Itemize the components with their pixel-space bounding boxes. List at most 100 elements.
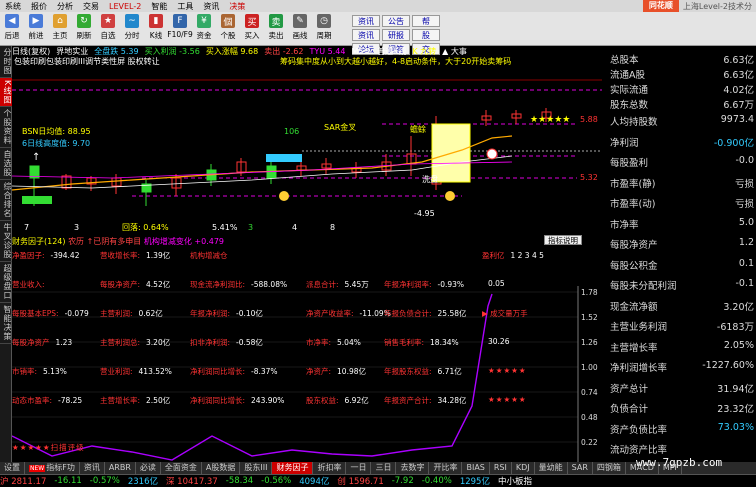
fin-value: 4.52亿 <box>146 280 171 289</box>
toolbar-button[interactable]: ¥ 资金 <box>192 12 216 44</box>
toolbar-button[interactable]: ⌂ 主页 <box>48 12 72 44</box>
fin-value: 0.05 <box>488 279 505 288</box>
indicator-tab[interactable]: 量幼能 <box>535 462 568 474</box>
fin-row: 营业收入: 每股净资产: 4.52亿 现金流净利润比: -588.08% 派息合计: 5.4… <box>12 279 578 291</box>
toolbar-button[interactable]: 卖卖出 <box>264 12 288 44</box>
vertical-tab[interactable]: 超级盘口 <box>0 262 12 304</box>
info-value: -1227.60% <box>702 360 754 371</box>
vertical-tab[interactable]: 智能决策 <box>0 303 12 345</box>
toolbar-button[interactable]: ▶ 前进 <box>24 12 48 44</box>
chart-area[interactable]: 日线(复权) 界地实业 全盘跌 5.39 买入利润 -3.56 买入涨幅 9.68 卖出 … <box>12 46 602 462</box>
menu-item[interactable]: 决策 <box>224 1 250 12</box>
fin-value: 5.13% <box>43 367 67 376</box>
vertical-tab[interactable]: 综合排名 <box>0 180 12 222</box>
tab-label: 四钢箱 <box>596 463 621 472</box>
menu-item[interactable]: 交易 <box>78 1 104 12</box>
fin-label: 动态市盈率: <box>12 396 53 405</box>
info-label: 负债合计 <box>610 404 649 415</box>
kline-chart[interactable]: 5.88 5.32 -4.95 BSN日均值: 88.95 6日线高度值: 9.70 SA… <box>12 66 602 236</box>
info-row: 股东总数 6.67万 <box>606 95 756 111</box>
tab-label: 资讯 <box>83 463 100 472</box>
toolbar-button[interactable]: ↻ 刷新 <box>72 12 96 44</box>
indicator-tab[interactable]: NEW 指标F功 <box>25 462 80 474</box>
info-value: 0.1 <box>738 257 754 269</box>
info-value: 3.20亿 <box>723 301 754 313</box>
status-item: -0.57% <box>89 476 120 486</box>
toolbar-button[interactable]: ◀ 后退 <box>0 12 24 44</box>
toolbar-label: 前进 <box>28 31 44 40</box>
small-button[interactable]: 公告 <box>382 15 410 27</box>
fin-row: 每股基本EPS: -0.079 主营利润: 0.62亿 年报净利润: -0.10亿 净资产收… <box>12 308 578 320</box>
indicator-tab[interactable]: 全面资金 <box>161 462 202 474</box>
toolbar-button[interactable]: 個个股 <box>216 12 240 44</box>
menu-item[interactable]: LEVEL-2 <box>104 2 146 11</box>
indicator-tab[interactable]: ARBR <box>105 462 136 474</box>
fin-cell: 净资产: 10.98亿 <box>306 366 366 377</box>
menu-item[interactable]: 工具 <box>172 1 198 12</box>
fin-label: 每股基本EPS: <box>12 309 59 318</box>
indicator-tab[interactable]: 开比率 <box>429 462 463 474</box>
menu-item[interactable]: 系统 <box>0 1 26 12</box>
vertical-tab[interactable]: 自选股 <box>0 148 12 181</box>
indicator-tab[interactable]: 四钢箱 <box>593 462 626 474</box>
chart-annotation: 3 <box>248 223 253 232</box>
indicator-tab[interactable]: 三日 <box>371 462 397 474</box>
menu-item[interactable]: 分析 <box>52 1 78 12</box>
info-value: 5.0 <box>738 216 754 228</box>
vertical-tab[interactable]: 分时图 <box>0 46 12 78</box>
indicator-tab[interactable]: SAR <box>568 462 593 474</box>
info-label: 每股净资产 <box>610 240 658 251</box>
fin-value: -8.37% <box>251 367 278 376</box>
menu-item[interactable]: 智能 <box>146 1 172 12</box>
toolbar-icon: ¥ <box>197 14 211 28</box>
fin-value: 3.20亿 <box>146 338 171 347</box>
fin-cell: 净盈因子: -394.42 <box>12 250 79 261</box>
indicator-tab[interactable]: A股数据 <box>202 462 241 474</box>
fin-label: 机构增减仓 <box>190 251 228 260</box>
vertical-tab[interactable]: 个股资料 <box>0 107 12 149</box>
indicator-tab[interactable]: 必读 <box>136 462 161 474</box>
indicator-tab[interactable]: 折扣率 <box>313 462 347 474</box>
fin-cell: 营收增长率: 1.39亿 <box>100 250 170 261</box>
indicator-tab[interactable]: RSI <box>490 462 512 474</box>
indicator-tab[interactable]: BIAS <box>462 462 490 474</box>
fin-label: 年报净利润率: <box>384 280 432 289</box>
fin-value: -78.25 <box>58 396 83 405</box>
menu-item[interactable]: 资讯 <box>198 1 224 12</box>
indicator-tab[interactable]: 股东III <box>240 462 273 474</box>
toolbar-button[interactable]: ▮ K线 <box>144 12 168 44</box>
chart-annotation: 7 <box>24 223 29 232</box>
small-button[interactable]: 股 <box>412 29 440 41</box>
toolbar-button[interactable]: ✎ 画线 <box>288 12 312 44</box>
vertical-tab[interactable]: K线图 <box>0 78 12 108</box>
info-row: 市盈率(静) 亏损 <box>606 174 756 190</box>
brand-logo: 同花顺 <box>642 0 679 12</box>
chart-annotation: SAR金叉 <box>324 122 356 132</box>
indicator-tab[interactable]: 设置 <box>0 462 25 474</box>
toolbar-button[interactable]: F F10/F9 <box>167 12 193 44</box>
indicator-help-button[interactable]: 指标说明 <box>544 235 582 245</box>
small-button[interactable]: 资讯 <box>352 15 380 27</box>
info-label: 每股盈利 <box>610 158 649 169</box>
small-button[interactable]: 资讯 <box>352 29 380 41</box>
fin-value: 5.04% <box>337 338 361 347</box>
toolbar-button[interactable]: ~ 分时 <box>120 12 144 44</box>
indicator-tab[interactable]: 一日 <box>346 462 372 474</box>
vertical-tab[interactable]: 牛叉诊股 <box>0 221 12 263</box>
fin-value: ★★★★★ <box>488 366 527 375</box>
fin-label: 盈利亿 <box>482 251 505 260</box>
info-row: 总股本 6.63亿 <box>606 50 756 66</box>
info-row: 每股未分配利润 -0.1 <box>606 276 756 292</box>
small-button[interactable]: 研报 <box>382 29 410 41</box>
toolbar-button[interactable]: ★ 自选 <box>96 12 120 44</box>
toolbar-button[interactable]: ◷ 周期 <box>312 12 336 44</box>
menu-item[interactable]: 报价 <box>26 1 52 12</box>
indicator-tab[interactable]: KDJ <box>512 462 535 474</box>
toolbar-button[interactable]: 买买入 <box>240 12 264 44</box>
indicator-tab[interactable]: 资讯 <box>80 462 105 474</box>
indicator-tab[interactable]: 去数字 <box>396 462 430 474</box>
small-button[interactable]: 帮 <box>412 15 440 27</box>
indicator-tab[interactable]: 财务因子 <box>272 462 314 474</box>
market-status-bar: 沪 2811.17 -16.11 -0.57% 2316亿深 10417.37 -58.… <box>0 474 756 487</box>
header-item: 日线(复权) <box>12 47 51 56</box>
